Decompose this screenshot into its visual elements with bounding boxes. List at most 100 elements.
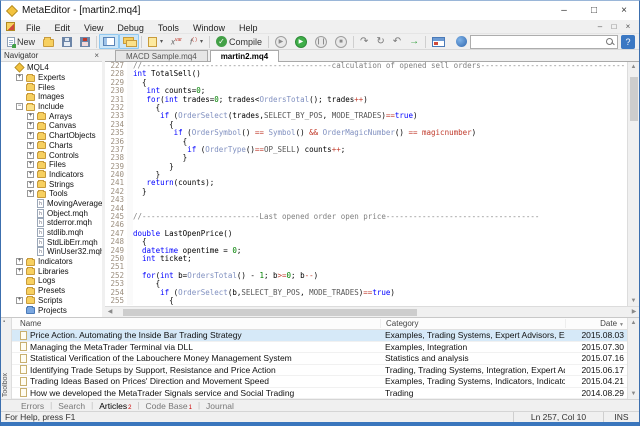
expand-icon[interactable]: + (27, 113, 34, 120)
toggle-toolbox-button[interactable] (119, 34, 139, 49)
toolbox-tab-errors[interactable]: Errors (15, 401, 50, 411)
save-all-button[interactable] (76, 34, 94, 49)
horizontal-scroll-thumb[interactable] (123, 309, 417, 316)
code-line-247[interactable]: 247double LastOpenPrice() (105, 230, 627, 238)
menu-debug[interactable]: Debug (110, 23, 151, 33)
menu-window[interactable]: Window (186, 23, 232, 33)
code-view[interactable]: 227//-----------------------------------… (105, 62, 627, 306)
article-row[interactable]: Managing the MetaTrader Terminal via DLL… (12, 342, 627, 354)
code-line-228[interactable]: 228int TotalSell() (105, 70, 627, 78)
code-line-255[interactable]: 255 { (105, 297, 627, 305)
toolbox-tab-search[interactable]: Search (52, 401, 91, 411)
code-line-233[interactable]: 233 if (OrderSelect(trades,SELECT_BY_POS… (105, 112, 627, 120)
save-button[interactable] (58, 34, 76, 49)
sidebar-item-controls[interactable]: +Controls (1, 150, 102, 160)
code-line-241[interactable]: 241 return(counts); (105, 179, 627, 187)
mql5-community-icon[interactable] (456, 36, 467, 47)
mdi-close-button[interactable]: × (621, 22, 635, 31)
breakpoint-margin[interactable] (127, 196, 133, 204)
code-line-231[interactable]: 231 for(int trades=0; trades<OrdersTotal… (105, 96, 627, 104)
column-header-category[interactable]: Category (380, 319, 565, 328)
expand-icon[interactable]: + (27, 171, 34, 178)
sidebar-item-strings[interactable]: +Strings (1, 179, 102, 189)
article-row[interactable]: Statistical Verification of the Labouche… (12, 353, 627, 365)
mdi-restore-button[interactable]: □ (607, 22, 621, 31)
tab-macd-sample-mq4[interactable]: MACD Sample.mq4 (115, 50, 208, 61)
sidebar-item-projects[interactable]: +Projects (1, 305, 102, 315)
sidebar-item-indicators[interactable]: +Indicators (1, 257, 102, 267)
menu-tools[interactable]: Tools (151, 23, 186, 33)
debug-restart-button[interactable]: ▶ (271, 34, 291, 49)
pin-icon[interactable]: ▪ (3, 319, 5, 325)
open-button[interactable] (39, 34, 58, 49)
step-into-button[interactable]: ↷ (356, 34, 372, 49)
sidebar-item-libraries[interactable]: +Libraries (1, 266, 102, 276)
code-line-243[interactable]: 243 (105, 196, 627, 204)
code-line-239[interactable]: 239 } (105, 163, 627, 171)
code-line-250[interactable]: 250 int ticket; (105, 255, 627, 263)
sidebar-item-tools[interactable]: +Tools (1, 189, 102, 199)
expand-icon[interactable]: + (27, 190, 34, 197)
sidebar-item-chartobjects[interactable]: +ChartObjects (1, 131, 102, 141)
scroll-right-icon[interactable]: ▶ (629, 307, 639, 317)
debug-pause-button[interactable]: ❙❙ (311, 34, 331, 49)
sidebar-item-scripts[interactable]: +Scripts (1, 296, 102, 306)
debug-start-button[interactable]: ▶ (291, 34, 311, 49)
editor-vertical-scrollbar[interactable]: ▲ ▼ (627, 62, 639, 306)
toolbox-tab-journal[interactable]: Journal (200, 401, 240, 411)
sidebar-item-canvas[interactable]: +Canvas (1, 121, 102, 131)
code-line-254[interactable]: 254 if (OrderSelect(b,SELECT_BY_POS, MOD… (105, 289, 627, 297)
expand-icon[interactable]: + (27, 181, 34, 188)
collapse-icon[interactable]: − (16, 103, 23, 110)
help-button[interactable]: ? (621, 35, 635, 49)
minimize-button[interactable]: – (549, 1, 579, 20)
add-variable-button[interactable]: xvar (167, 34, 186, 49)
sidebar-item-movingaverages-mqh[interactable]: +hMovingAverages.mqh (1, 199, 102, 209)
scroll-up-icon[interactable]: ▲ (631, 62, 637, 72)
run-to-cursor-button[interactable]: → (405, 34, 423, 49)
article-row[interactable]: Trading Ideas Based on Prices' Direction… (12, 376, 627, 388)
column-header-name[interactable]: Name (12, 319, 380, 328)
expand-icon[interactable]: + (16, 258, 23, 265)
sidebar-item-experts[interactable]: +Experts (1, 73, 102, 83)
sidebar-item-stderror-mqh[interactable]: +hstderror.mqh (1, 218, 102, 228)
menu-edit[interactable]: Edit (48, 23, 78, 33)
code-line-238[interactable]: 238 } (105, 154, 627, 162)
maximize-button[interactable]: □ (579, 1, 609, 20)
toolbox-tab-articles[interactable]: Articles2 (93, 401, 137, 411)
scroll-down-icon[interactable]: ▼ (631, 296, 637, 306)
expand-icon[interactable]: + (27, 132, 34, 139)
code-line-245[interactable]: 245//--------------------------Last open… (105, 213, 627, 221)
add-function-button[interactable]: f( ) ▾ (186, 34, 207, 49)
menu-help[interactable]: Help (232, 23, 265, 33)
debug-stop-button[interactable]: ■ (331, 34, 351, 49)
sidebar-item-object-mqh[interactable]: +hObject.mqh (1, 208, 102, 218)
sidebar-item-images[interactable]: +Images (1, 92, 102, 102)
sidebar-item-arrays[interactable]: +Arrays (1, 111, 102, 121)
code-line-242[interactable]: 242 } (105, 188, 627, 196)
sidebar-item-logs[interactable]: +Logs (1, 276, 102, 286)
sidebar-item-stdliberr-mqh[interactable]: +hStdLibErr.mqh (1, 237, 102, 247)
scroll-up-icon[interactable]: ▲ (631, 318, 637, 328)
toolbox-tab-code-base[interactable]: Code Base1 (140, 401, 198, 411)
sidebar-item-winuser32-mqh[interactable]: +hWinUser32.mqh (1, 247, 102, 257)
expand-icon[interactable]: + (16, 74, 23, 81)
toggle-navigator-button[interactable] (99, 34, 119, 49)
compile-button[interactable]: ✓ Compile (212, 34, 266, 49)
styler-button[interactable]: ▾ (144, 34, 167, 49)
column-header-date[interactable]: Date▼ (565, 319, 627, 328)
step-out-button[interactable]: ↶ (389, 34, 405, 49)
new-button[interactable]: New (3, 34, 39, 49)
expand-icon[interactable]: + (27, 142, 34, 149)
sidebar-item-indicators[interactable]: +Indicators (1, 170, 102, 180)
sidebar-item-stdlib-mqh[interactable]: +hstdlib.mqh (1, 228, 102, 238)
expand-icon[interactable]: + (27, 161, 34, 168)
sidebar-item-presets[interactable]: +Presets (1, 286, 102, 296)
step-over-button[interactable]: ↻ (372, 34, 388, 49)
search-icon[interactable] (605, 37, 615, 47)
mdi-minimize-button[interactable]: – (593, 22, 607, 31)
menu-file[interactable]: File (19, 23, 48, 33)
editor-horizontal-scrollbar[interactable]: ◀ ▶ (105, 306, 639, 317)
sidebar-item-files[interactable]: +Files (1, 82, 102, 92)
menu-view[interactable]: View (77, 23, 110, 33)
